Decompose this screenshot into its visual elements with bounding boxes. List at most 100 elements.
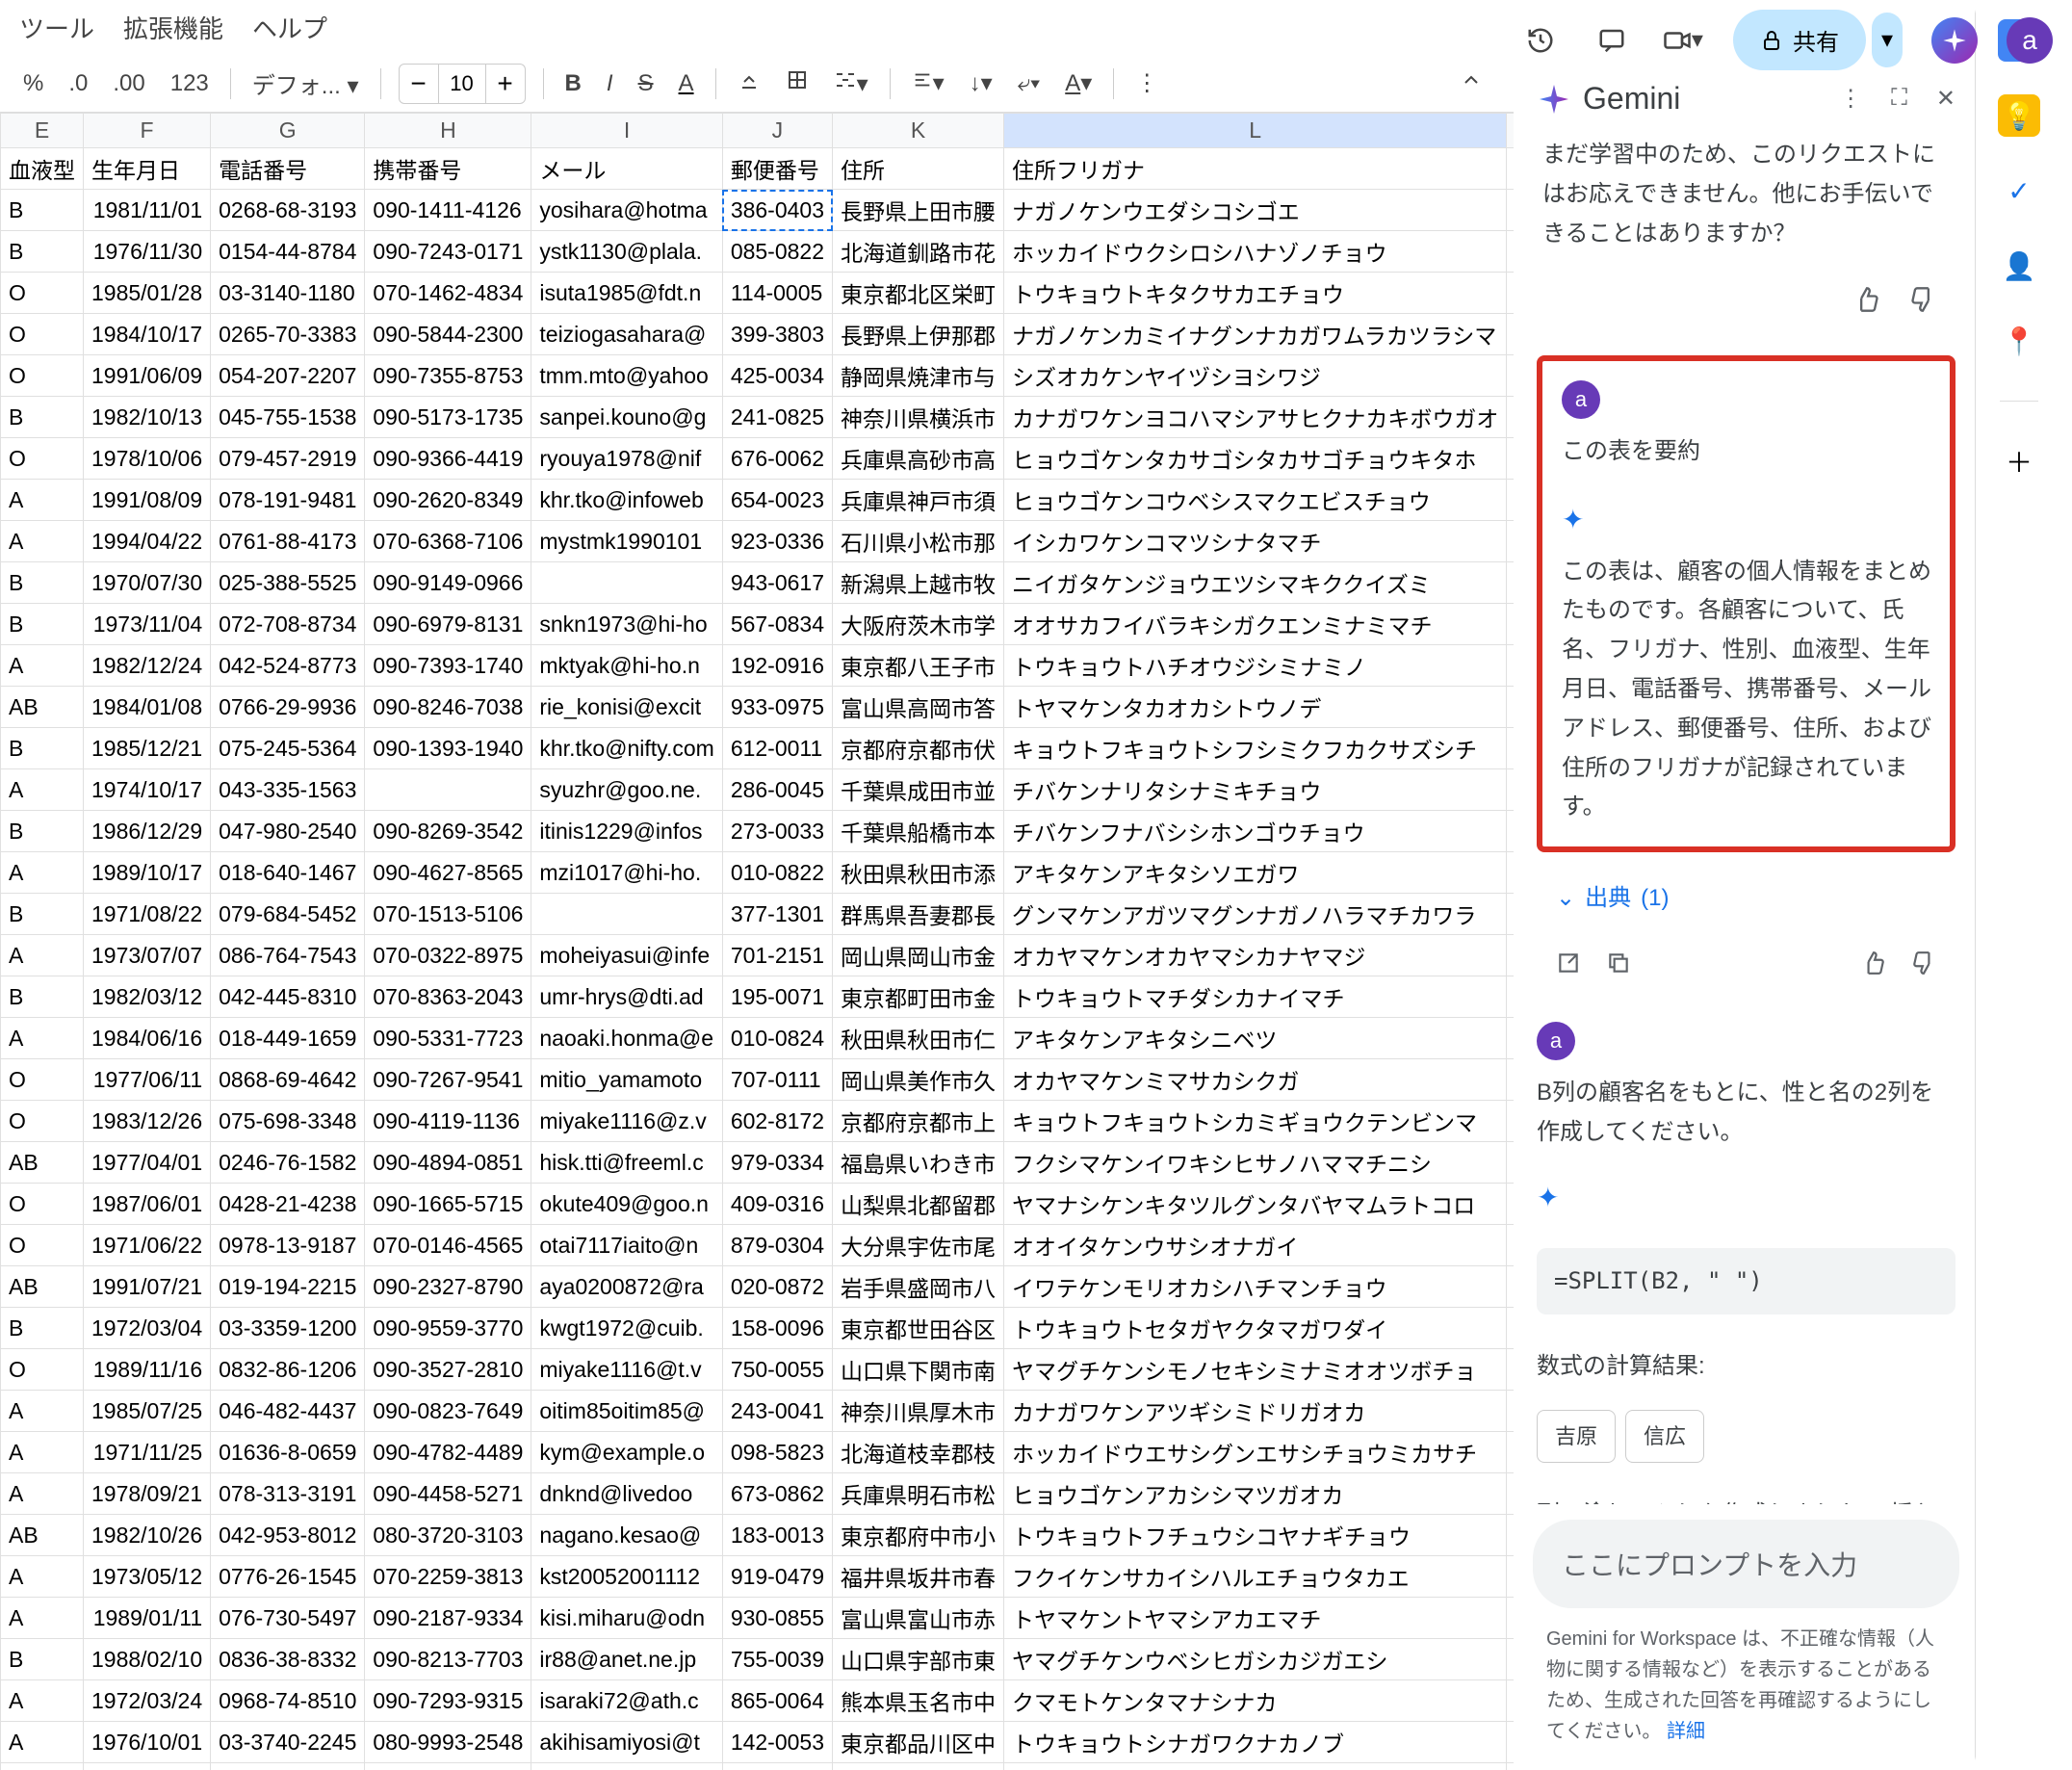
data-cell[interactable]: 070-1513-5106 [365,894,531,935]
header-cell[interactable]: 郵便番号 [722,148,832,190]
data-cell[interactable]: 673-0862 [722,1473,832,1515]
data-cell[interactable]: 0978-13-9187 [211,1225,365,1266]
data-cell[interactable]: 0766-29-9936 [211,687,365,728]
data-cell[interactable]: 079-457-2919 [211,438,365,480]
keep-icon[interactable]: 💡 [1998,94,2040,137]
gemini-menu-icon[interactable]: ⋮ [1839,85,1862,113]
data-cell[interactable]: 930-0855 [722,1598,832,1639]
data-cell[interactable]: 秋田県秋田市添 [833,852,1004,894]
data-cell[interactable]: 0868-69-4642 [211,1059,365,1101]
data-cell[interactable]: itinis1229@infos [531,811,722,852]
data-cell[interactable]: okute409@goo.n [531,1184,722,1225]
data-cell[interactable]: B [1,811,84,852]
data-cell[interactable]: 東京都八王子市 [833,645,1004,687]
data-cell[interactable]: 072-708-8734 [211,604,365,645]
data-cell[interactable]: kst20052001112 [531,1556,722,1598]
data-cell[interactable]: 090-7355-8753 [365,355,531,397]
data-cell[interactable]: 090-8269-3542 [365,811,531,852]
data-cell[interactable]: 075-698-3348 [211,1101,365,1142]
data-cell[interactable]: 山口県宇部市東 [833,1639,1004,1680]
col-header[interactable]: G [211,114,365,148]
collapse-toolbar[interactable] [1448,63,1494,104]
data-cell[interactable]: ホッカイドウエサシグンエサシチョウミカサチ [1004,1432,1507,1473]
data-cell[interactable]: sanpei.kouno@g [531,397,722,438]
data-cell[interactable]: 1976/10/01 [84,1722,211,1763]
thumbs-up-icon[interactable] [1853,286,1880,326]
data-cell[interactable]: moheiyasui@infe [531,935,722,976]
data-cell[interactable]: 047-980-2540 [211,811,365,852]
data-cell[interactable]: oitim85oitim85@ [531,1391,722,1432]
data-cell[interactable]: 090-4627-8565 [365,852,531,894]
data-cell[interactable]: 1977/06/11 [84,1059,211,1101]
data-cell[interactable]: ニイガタケンジョウエツシマキククイズミ [1004,562,1507,604]
data-cell[interactable] [1507,852,1514,894]
col-header[interactable]: M [1507,114,1514,148]
data-cell[interactable]: nagano.kesao@ [531,1515,722,1556]
data-cell[interactable] [1507,1018,1514,1059]
data-cell[interactable]: 熊本県玉名市中 [833,1680,1004,1722]
data-cell[interactable]: 192-0916 [722,645,832,687]
data-cell[interactable]: 兵庫県高砂市高 [833,438,1004,480]
data-cell[interactable]: 018-449-1659 [211,1018,365,1059]
maps-icon[interactable]: 📍 [1998,320,2040,362]
data-cell[interactable]: 020-0872 [722,1266,832,1308]
data-cell[interactable]: 286-0045 [722,769,832,811]
data-cell[interactable]: A [1,521,84,562]
data-cell[interactable]: 1985/12/21 [84,728,211,769]
addons-plus-icon[interactable]: ＋ [1998,440,2040,482]
data-cell[interactable]: B [1,1639,84,1680]
data-cell[interactable]: O [1,1101,84,1142]
data-cell[interactable]: 425-0034 [722,355,832,397]
data-cell[interactable] [1507,935,1514,976]
data-cell[interactable]: isaraki72@ath.c [531,1680,722,1722]
data-cell[interactable]: B [1,1308,84,1349]
col-header[interactable]: J [722,114,832,148]
data-cell[interactable] [1507,190,1514,231]
data-cell[interactable]: snkn1973@hi-ho [531,604,722,645]
data-cell[interactable]: 01636-8-0659 [211,1432,365,1473]
data-cell[interactable]: AB [1,1142,84,1184]
data-cell[interactable]: 1991/06/09 [84,355,211,397]
gemini-close-icon[interactable]: ✕ [1936,85,1955,113]
data-cell[interactable]: 北海道釧路市花 [833,231,1004,273]
data-cell[interactable]: 273-0033 [722,811,832,852]
data-cell[interactable]: 0154-44-8784 [211,231,365,273]
data-cell[interactable]: 755-0039 [722,1639,832,1680]
fontsize-input[interactable] [438,65,486,103]
thumbs-up-icon[interactable] [1861,950,1886,989]
data-cell[interactable] [1507,273,1514,314]
format-dec-increase[interactable]: .00 [109,66,148,101]
data-cell[interactable]: 070-1462-4834 [365,273,531,314]
header-cell[interactable] [1507,148,1514,190]
data-cell[interactable]: 千葉県船橋市本 [833,811,1004,852]
data-cell[interactable]: 933-0975 [722,687,832,728]
data-cell[interactable]: シズオカケンヤイヅシヨシワジ [1004,355,1507,397]
data-cell[interactable]: ホッカイドウクシロシハナゾノチョウ [1004,231,1507,273]
data-cell[interactable]: 1981/11/01 [84,190,211,231]
data-cell[interactable]: 富山県高岡市答 [833,687,1004,728]
data-cell[interactable]: トウキョウトハチオウジシミナミノ [1004,645,1507,687]
data-cell[interactable]: 1977/04/01 [84,1142,211,1184]
data-cell[interactable]: aya0200872@ra [531,1266,722,1308]
data-cell[interactable]: トウキョウトマチダシカナイマチ [1004,976,1507,1018]
data-cell[interactable]: 1984/10/17 [84,314,211,355]
data-cell[interactable]: 070-0322-8975 [365,935,531,976]
data-cell[interactable]: 142-0053 [722,1722,832,1763]
data-cell[interactable] [1507,604,1514,645]
fontsize-increase[interactable]: + [486,65,525,103]
data-cell[interactable]: B [1,976,84,1018]
data-cell[interactable]: 1994/04/22 [84,521,211,562]
data-cell[interactable]: 1973/07/07 [84,935,211,976]
data-cell[interactable]: 080-9993-2548 [365,1722,531,1763]
data-cell[interactable]: asihuzak@web.c [531,1763,722,1770]
data-cell[interactable]: umr-hrys@dti.ad [531,976,722,1018]
data-cell[interactable]: B [1,894,84,935]
data-cell[interactable]: 岡山県岡山市金 [833,935,1004,976]
data-cell[interactable]: 1985/01/28 [84,273,211,314]
data-cell[interactable]: tmm.mto@yahoo [531,355,722,397]
data-cell[interactable]: O [1,1349,84,1391]
data-cell[interactable]: 070-2259-3813 [365,1556,531,1598]
data-cell[interactable]: 042-953-8012 [211,1515,365,1556]
data-cell[interactable]: キョウトフキョウトシカミギョウクテンビンマ [1004,1101,1507,1142]
data-cell[interactable]: O [1,1184,84,1225]
